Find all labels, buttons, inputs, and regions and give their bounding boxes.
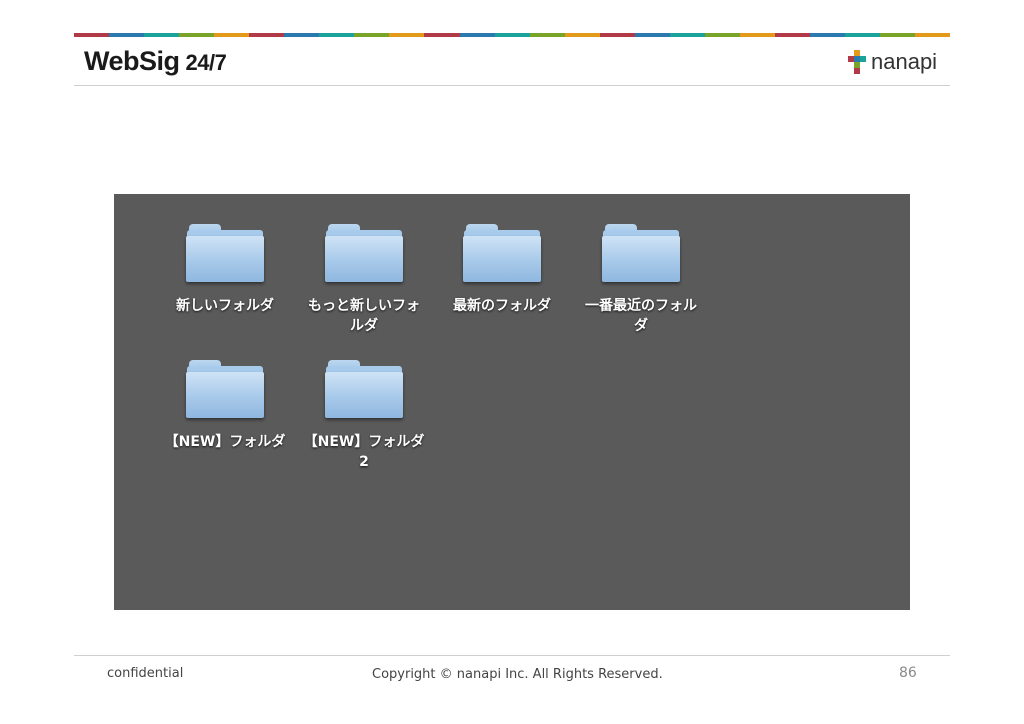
folder-item[interactable]: 最新のフォルダ [437, 222, 567, 316]
stripe-segment [249, 33, 285, 37]
websig-logo-main: WebSig [84, 46, 180, 76]
folder-item[interactable]: 新しいフォルダ [160, 222, 290, 316]
stripe-segment [109, 33, 145, 37]
stripe-segment [74, 33, 110, 37]
folder-item[interactable]: 一番最近のフォルダ [576, 222, 706, 336]
stripe-segment [494, 33, 530, 37]
stripe-segment [564, 33, 600, 37]
stripe-segment [739, 33, 775, 37]
folder-label: 最新のフォルダ [453, 298, 551, 314]
stripe-segment [319, 33, 355, 37]
stripe-segment [354, 33, 390, 37]
folder-label: 【NEW】フォルダ [164, 434, 286, 450]
stripe-segment [880, 33, 916, 37]
stripe-segment [915, 33, 951, 37]
header-color-stripe [74, 33, 951, 37]
folder-icon[interactable] [602, 222, 680, 282]
nanapi-logo: nanapi [848, 49, 937, 75]
folder-label: 新しいフォルダ [176, 298, 274, 314]
folder-item[interactable]: もっと新しいフォルダ [299, 222, 429, 336]
stripe-segment [774, 33, 810, 37]
folder-icon[interactable] [463, 222, 541, 282]
websig-logo-sub: 24/7 [185, 50, 227, 75]
header-divider [74, 85, 950, 86]
stripe-segment [704, 33, 740, 37]
stripe-segment [809, 33, 846, 37]
stripe-segment [179, 33, 215, 37]
nanapi-brand-text: nanapi [871, 49, 938, 74]
stripe-segment [669, 33, 705, 37]
copyright-text: Copyright © nanapi Inc. All Rights Reser… [372, 667, 663, 682]
stripe-segment [389, 33, 425, 37]
nanapi-mark-icon [848, 50, 866, 74]
footer-divider [74, 655, 950, 656]
stripe-segment [459, 33, 495, 37]
folder-item[interactable]: 【NEW】フォルダ [160, 358, 290, 452]
folder-label: もっと新しいフォルダ [308, 298, 420, 334]
stripe-segment [599, 33, 635, 37]
stripe-segment [529, 33, 565, 37]
stripe-segment [284, 33, 320, 37]
confidential-label: confidential [107, 666, 184, 681]
folder-icon[interactable] [186, 358, 264, 418]
stripe-segment [144, 33, 180, 37]
stripe-segment [424, 33, 460, 37]
folder-item[interactable]: 【NEW】フォルダ2 [299, 358, 429, 472]
stripe-segment [214, 33, 250, 37]
folder-icon[interactable] [186, 222, 264, 282]
websig-logo: WebSig 24/7 [84, 46, 227, 80]
folder-label: 一番最近のフォルダ [585, 298, 697, 334]
finder-window: 新しいフォルダ もっと新しいフォルダ 最新のフォルダ 一番最近のフォルダ 【NE… [114, 194, 910, 610]
folder-label: 【NEW】フォルダ2 [303, 434, 425, 470]
folder-icon[interactable] [325, 358, 403, 418]
stripe-segment [634, 33, 670, 37]
stripe-segment [845, 33, 881, 37]
page-number: 86 [899, 665, 917, 681]
folder-icon[interactable] [325, 222, 403, 282]
